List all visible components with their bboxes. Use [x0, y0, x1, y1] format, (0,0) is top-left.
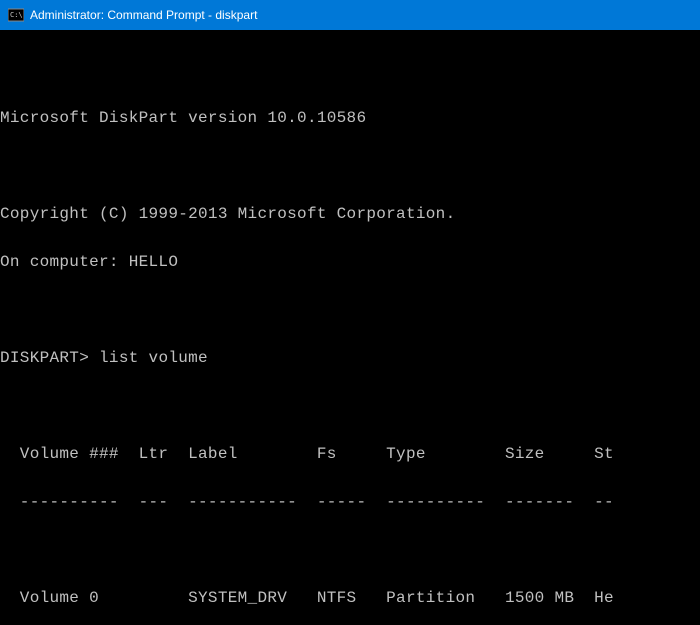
table-header: Volume ### Ltr Label Fs Type Size St	[0, 442, 696, 466]
blank-line	[0, 394, 696, 418]
table-divider: ---------- --- ----------- ----- -------…	[0, 490, 696, 514]
table-row: Volume 0 SYSTEM_DRV NTFS Partition 1500 …	[0, 586, 696, 610]
version-line: Microsoft DiskPart version 10.0.10586	[0, 106, 696, 130]
blank-line	[0, 298, 696, 322]
cmd-icon: C:\	[8, 7, 24, 23]
terminal-area[interactable]: Microsoft DiskPart version 10.0.10586 Co…	[0, 30, 700, 625]
prompt-text: DISKPART>	[0, 346, 89, 370]
blank-line	[0, 538, 696, 562]
command-text: list volume	[99, 346, 208, 370]
titlebar[interactable]: C:\ Administrator: Command Prompt - disk…	[0, 0, 700, 30]
window-title: Administrator: Command Prompt - diskpart	[30, 8, 257, 22]
blank-line	[0, 154, 696, 178]
svg-text:C:\: C:\	[10, 11, 23, 19]
prompt-line-1: DISKPART> list volume	[0, 346, 696, 370]
blank-line	[0, 58, 696, 82]
copyright-line: Copyright (C) 1999-2013 Microsoft Corpor…	[0, 202, 696, 226]
computer-line: On computer: HELLO	[0, 250, 696, 274]
